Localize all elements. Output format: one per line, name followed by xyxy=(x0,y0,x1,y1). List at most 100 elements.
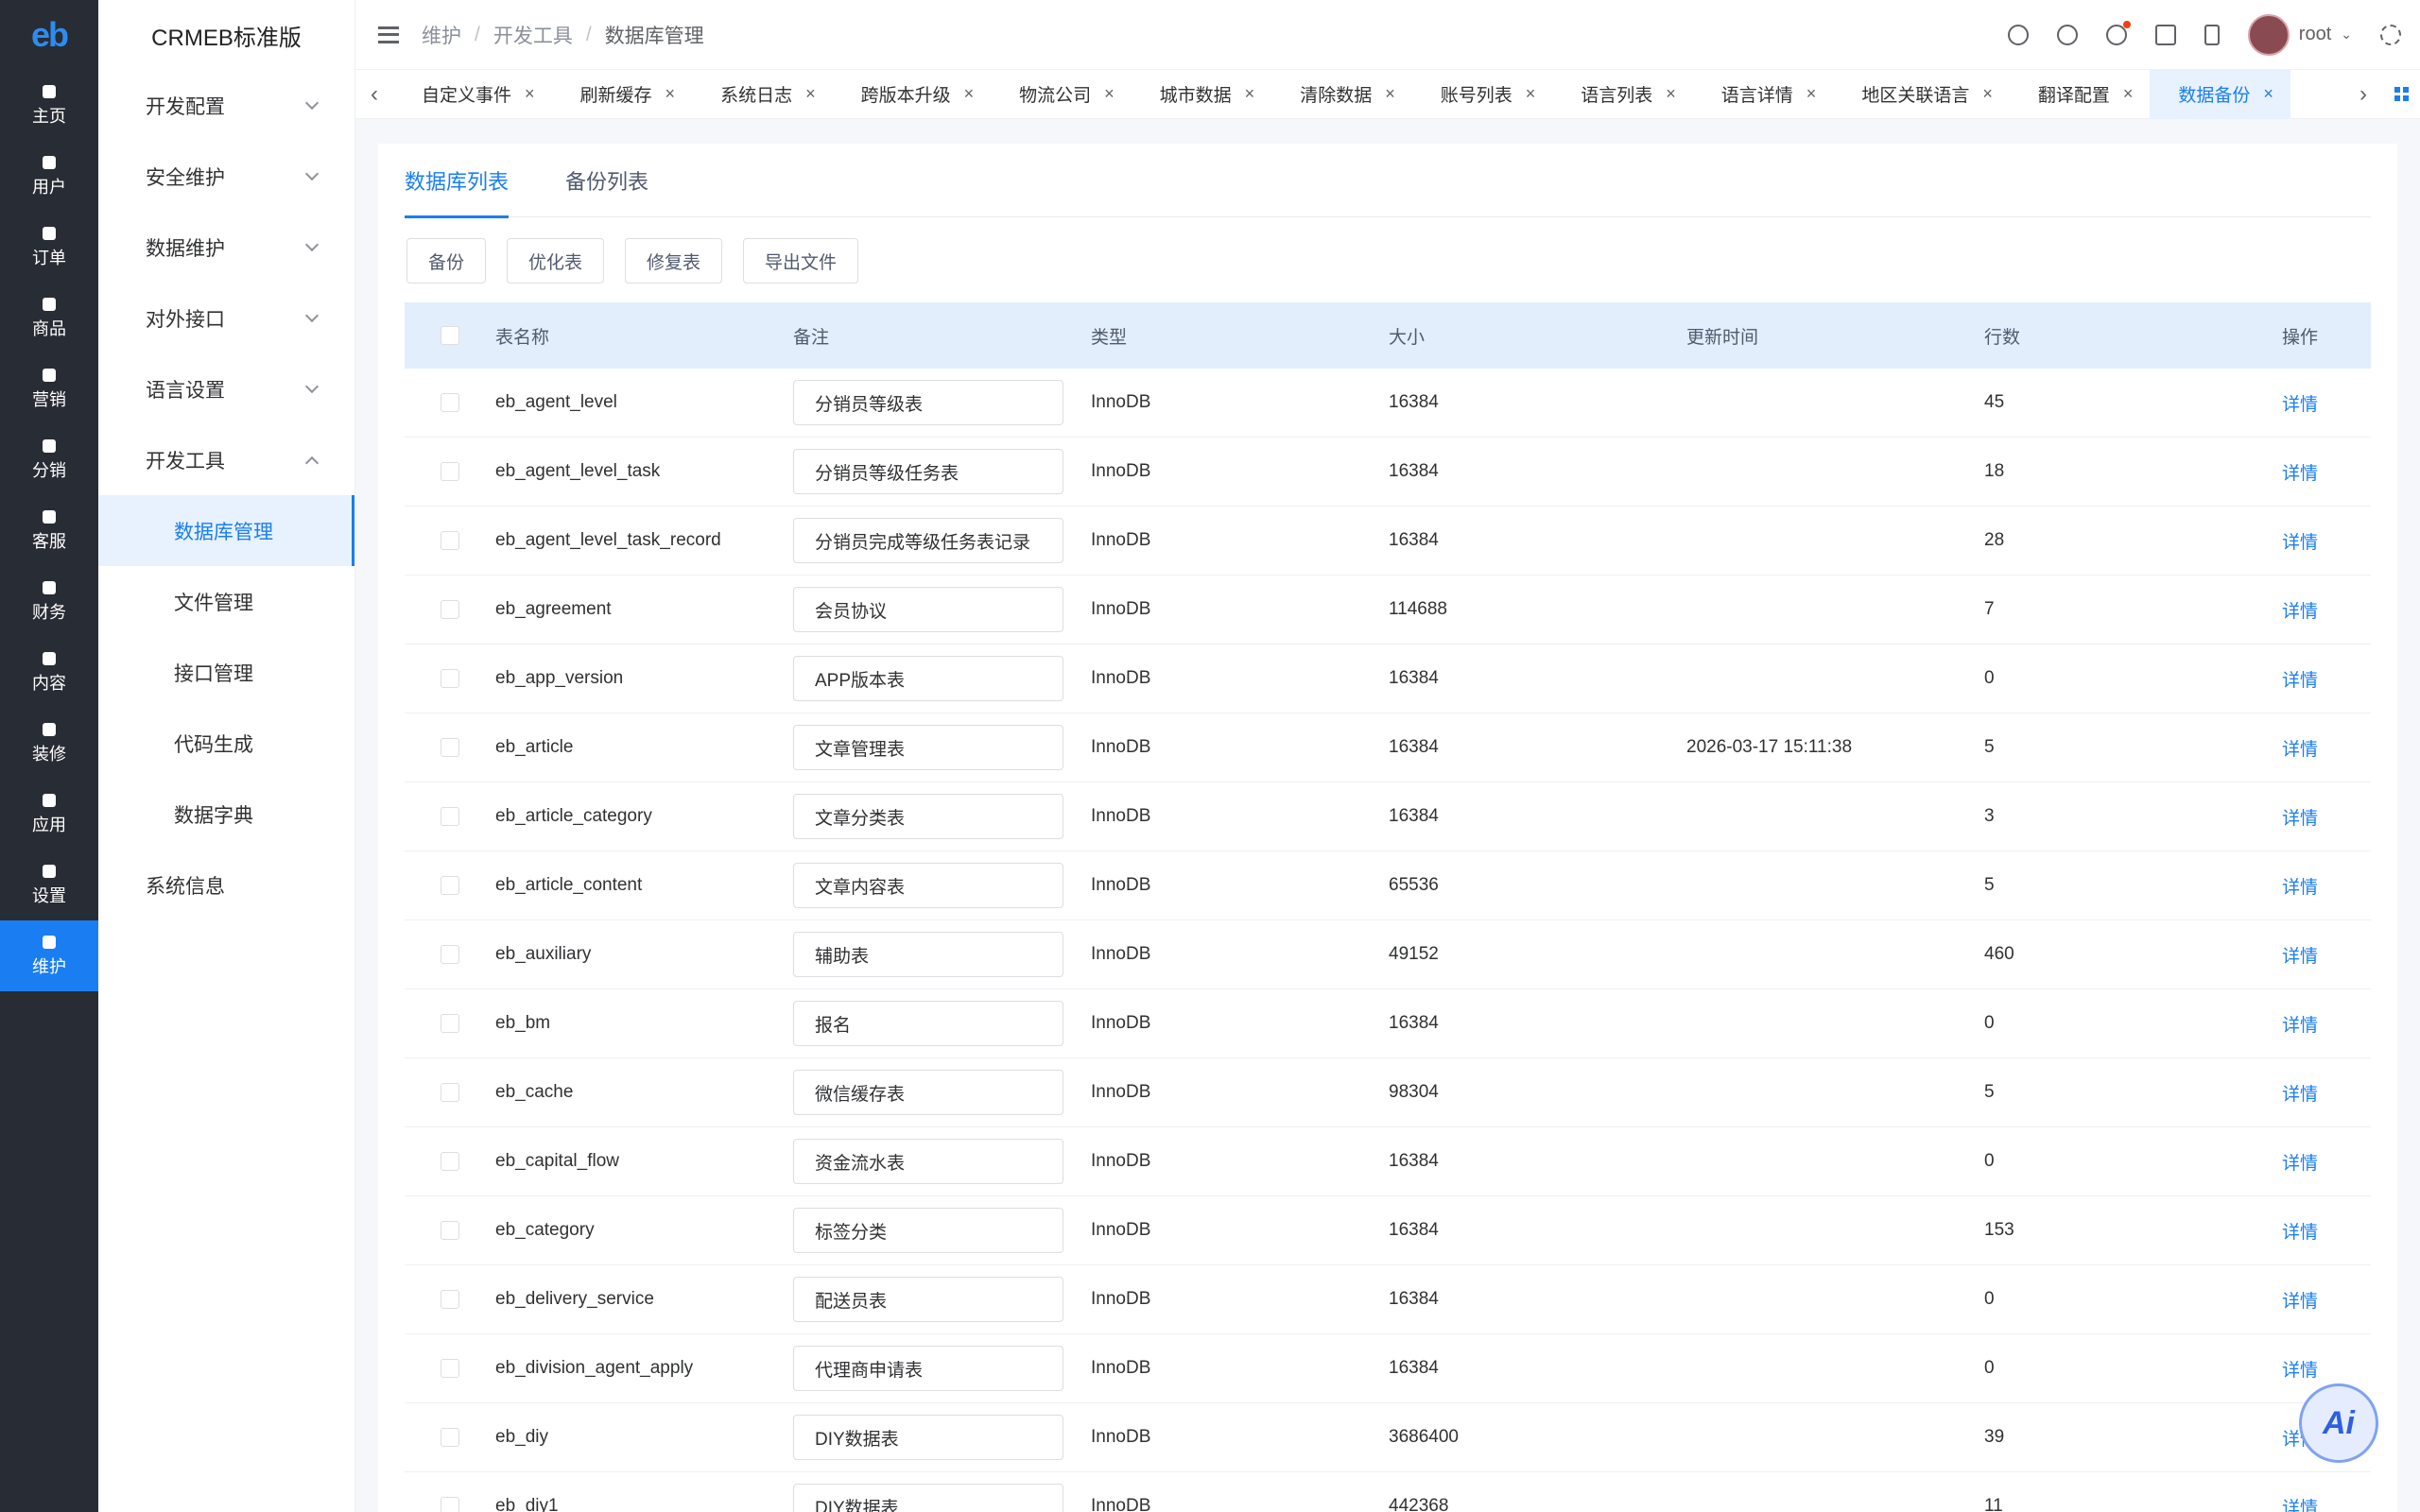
page-tab[interactable]: 自定义事件 × xyxy=(393,70,552,119)
ai-assistant-button[interactable]: Ai xyxy=(2299,1383,2378,1463)
detail-link[interactable]: 详情 xyxy=(2282,1287,2371,1313)
page-tab[interactable]: 翻译配置 × xyxy=(2010,70,2151,119)
close-icon[interactable]: × xyxy=(2263,84,2273,104)
row-checkbox[interactable] xyxy=(441,1014,459,1033)
menu-group[interactable]: 开发配置 xyxy=(98,70,354,141)
row-checkbox[interactable] xyxy=(441,1359,459,1378)
content-tab[interactable]: 数据库列表 xyxy=(405,144,510,218)
rail-item[interactable]: 分销 xyxy=(0,424,98,495)
toolbar-button[interactable]: 备份 xyxy=(406,238,487,284)
page-tab[interactable]: 数据备份 × xyxy=(2150,69,2290,119)
rail-item[interactable]: 商品 xyxy=(0,283,98,353)
row-checkbox[interactable] xyxy=(441,1428,459,1447)
note-input[interactable]: 分销员等级任务表 xyxy=(793,449,1063,494)
detail-link[interactable]: 详情 xyxy=(2282,1011,2371,1037)
note-input[interactable]: 代理商申请表 xyxy=(793,1346,1063,1391)
close-icon[interactable]: × xyxy=(1385,84,1395,104)
menu-subitem[interactable]: 代码生成 xyxy=(98,708,354,779)
note-input[interactable]: DIY数据表 xyxy=(793,1415,1063,1460)
row-checkbox[interactable] xyxy=(441,807,459,826)
tabs-menu-icon[interactable] xyxy=(2382,87,2420,101)
close-icon[interactable]: × xyxy=(2123,84,2134,104)
detail-link[interactable]: 详情 xyxy=(2282,528,2371,554)
detail-link[interactable]: 详情 xyxy=(2282,1149,2371,1175)
fullscreen-icon[interactable] xyxy=(2154,24,2176,45)
note-input[interactable]: 文章内容表 xyxy=(793,863,1063,908)
row-checkbox[interactable] xyxy=(441,1152,459,1171)
close-icon[interactable]: × xyxy=(1806,84,1817,104)
detail-link[interactable]: 详情 xyxy=(2282,942,2371,968)
row-checkbox[interactable] xyxy=(441,393,459,412)
rail-item[interactable]: 维护 xyxy=(0,920,98,991)
detail-link[interactable]: 详情 xyxy=(2282,666,2371,692)
note-input[interactable]: 分销员等级表 xyxy=(793,380,1063,425)
close-icon[interactable]: × xyxy=(1982,84,1993,104)
breadcrumb-item[interactable]: 维护 xyxy=(422,21,461,49)
toolbar-button[interactable]: 优化表 xyxy=(507,238,605,284)
rail-item[interactable]: 财务 xyxy=(0,566,98,637)
notification-icon[interactable] xyxy=(2105,20,2131,45)
page-tab[interactable]: 语言列表 × xyxy=(1552,70,1693,119)
rail-item[interactable]: 客服 xyxy=(0,495,98,566)
rail-item[interactable]: 应用 xyxy=(0,779,98,850)
row-checkbox[interactable] xyxy=(441,669,459,688)
note-input[interactable]: 辅助表 xyxy=(793,932,1063,977)
page-tab[interactable]: 刷新缓存 × xyxy=(552,70,693,119)
note-input[interactable]: 文章分类表 xyxy=(793,794,1063,839)
rail-item[interactable]: 装修 xyxy=(0,708,98,779)
refresh-icon[interactable] xyxy=(2007,24,2029,45)
row-checkbox[interactable] xyxy=(441,945,459,964)
menu-subitem[interactable]: 文件管理 xyxy=(98,566,354,637)
rail-item[interactable]: 主页 xyxy=(0,70,98,141)
detail-link[interactable]: 详情 xyxy=(2282,873,2371,899)
note-input[interactable]: 文章管理表 xyxy=(793,725,1063,770)
close-icon[interactable]: × xyxy=(1245,84,1255,104)
rail-item[interactable]: 内容 xyxy=(0,637,98,708)
menu-group[interactable]: 对外接口 xyxy=(98,283,354,353)
select-all-checkbox[interactable] xyxy=(441,326,459,345)
close-icon[interactable]: × xyxy=(964,84,975,104)
menu-toggle-icon[interactable] xyxy=(378,26,399,43)
detail-link[interactable]: 详情 xyxy=(2282,459,2371,485)
note-input[interactable]: DIY数据表 xyxy=(793,1484,1063,1512)
detail-link[interactable]: 详情 xyxy=(2282,735,2371,761)
detail-link[interactable]: 详情 xyxy=(2282,597,2371,623)
close-icon[interactable]: × xyxy=(525,84,535,104)
menu-group[interactable]: 数据维护 xyxy=(98,212,354,283)
content-tab[interactable]: 备份列表 xyxy=(565,144,648,217)
row-checkbox[interactable] xyxy=(441,462,459,481)
app-logo[interactable]: eb xyxy=(0,0,98,70)
rail-item[interactable]: 设置 xyxy=(0,850,98,920)
page-tab[interactable]: 地区关联语言 × xyxy=(1833,70,2010,119)
row-checkbox[interactable] xyxy=(441,1290,459,1309)
detail-link[interactable]: 详情 xyxy=(2282,1218,2371,1244)
note-input[interactable]: APP版本表 xyxy=(793,656,1063,701)
settings-gear-icon[interactable] xyxy=(2380,24,2401,45)
menu-system-info[interactable]: 系统信息 xyxy=(98,850,354,920)
menu-subitem[interactable]: 数据字典 xyxy=(98,779,354,850)
search-icon[interactable] xyxy=(2056,24,2078,45)
row-checkbox[interactable] xyxy=(441,531,459,550)
menu-subitem[interactable]: 接口管理 xyxy=(98,637,354,708)
page-tab[interactable]: 清除数据 × xyxy=(1271,70,1412,119)
menu-subitem[interactable]: 数据库管理 xyxy=(98,495,354,566)
detail-link[interactable]: 详情 xyxy=(2282,1356,2371,1382)
user-menu[interactable]: root ⌄ xyxy=(2247,13,2352,56)
note-input[interactable]: 报名 xyxy=(793,1001,1063,1046)
row-checkbox[interactable] xyxy=(441,1083,459,1102)
page-tab[interactable]: 账号列表 × xyxy=(1412,70,1553,119)
page-tab[interactable]: 城市数据 × xyxy=(1132,70,1272,119)
detail-link[interactable]: 详情 xyxy=(2282,804,2371,830)
row-checkbox[interactable] xyxy=(441,600,459,619)
menu-group[interactable]: 安全维护 xyxy=(98,141,354,212)
close-icon[interactable]: × xyxy=(1666,84,1676,104)
row-checkbox[interactable] xyxy=(441,1497,459,1512)
note-input[interactable]: 配送员表 xyxy=(793,1277,1063,1322)
toolbar-button[interactable]: 导出文件 xyxy=(743,238,859,284)
note-input[interactable]: 分销员完成等级任务表记录 xyxy=(793,518,1063,563)
page-tab[interactable]: 物流公司 × xyxy=(991,70,1132,119)
tabs-next-icon[interactable]: › xyxy=(2344,70,2382,119)
note-input[interactable]: 资金流水表 xyxy=(793,1139,1063,1184)
detail-link[interactable]: 详情 xyxy=(2282,390,2371,416)
rail-item[interactable]: 用户 xyxy=(0,141,98,212)
